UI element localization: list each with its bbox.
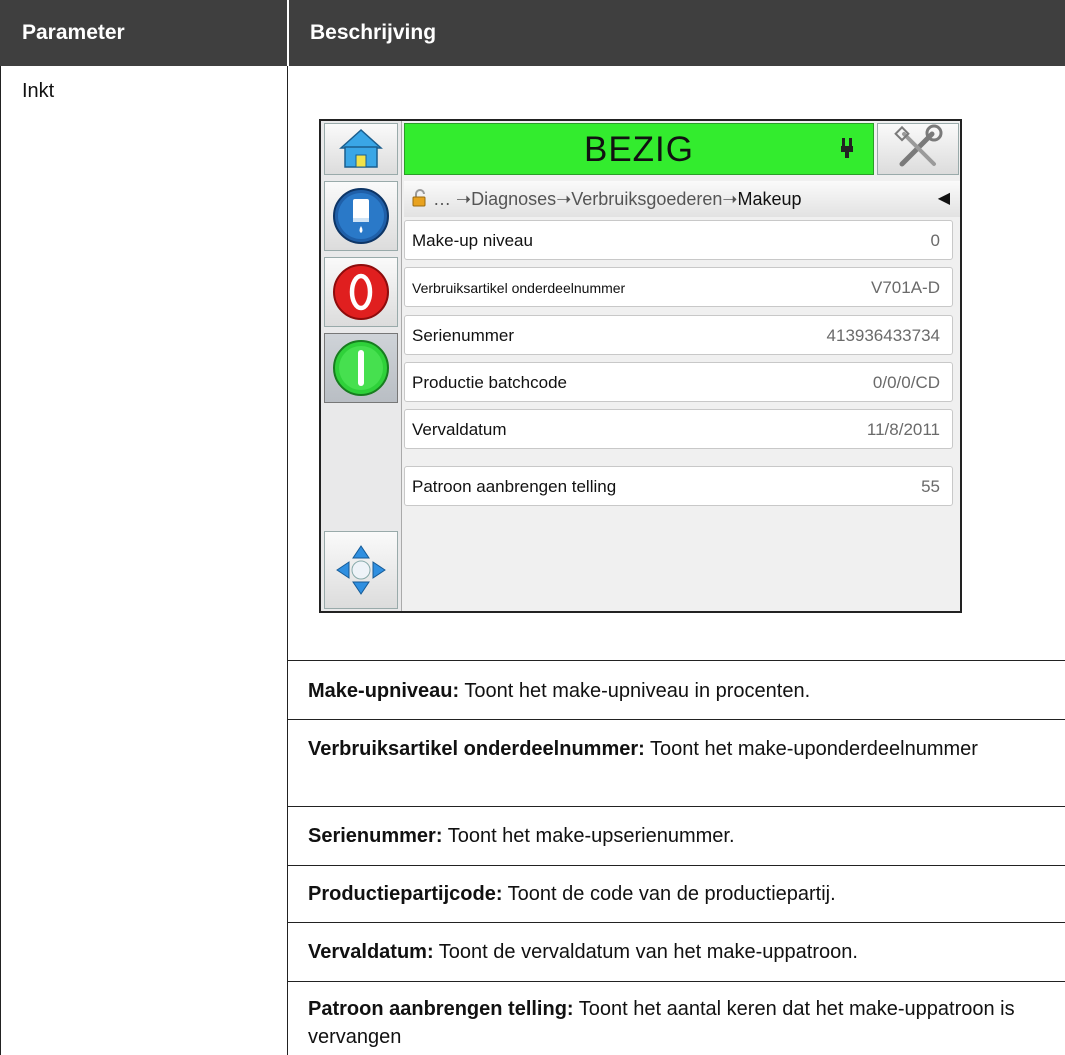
breadcrumb-item-diagnoses[interactable]: Diagnoses [471, 189, 556, 209]
description-text: Toont het make-upserienummer. [442, 825, 735, 847]
description-term: Productiepartijcode: [308, 883, 503, 905]
description-part-number: Verbruiksartikel onderdeelnummer: Toont … [308, 735, 1048, 763]
row-divider [288, 660, 1065, 661]
description-text: Toont de vervaldatum van het make-uppatr… [433, 941, 858, 963]
description-text: Toont het make-uponderdeelnummer [644, 738, 978, 760]
printer-screen: BEZIG … ➝Diagnoses➝Verbruiksgoederen➝Mak… [319, 119, 962, 613]
description-serial-number: Serienummer: Toont het make-upserienumme… [308, 822, 1048, 850]
row-value: 0/0/0/CD [872, 373, 940, 392]
description-cartridge-count: Patroon aanbrengen telling: Toont het aa… [308, 995, 1048, 1051]
tools-icon [894, 124, 943, 167]
breadcrumb-separator: ➝ [456, 189, 472, 209]
row-divider [288, 806, 1065, 807]
breadcrumb-path: … ➝Diagnoses➝Verbruiksgoederen➝Makeup [412, 181, 802, 217]
row-label: Vervaldatum [412, 420, 507, 439]
row-batch-code[interactable]: Productie batchcode 0/0/0/CD [404, 362, 953, 402]
row-value: V701A-D [871, 278, 940, 297]
navigation-button[interactable] [324, 531, 398, 609]
row-divider [288, 981, 1065, 982]
description-term: Make-upniveau: [308, 680, 460, 702]
row-value: 11/8/2011 [866, 420, 940, 439]
row-label: Make-up niveau [412, 231, 533, 250]
row-value: 55 [921, 477, 940, 496]
breadcrumb-ellipsis[interactable]: … [433, 189, 451, 209]
stop-button[interactable] [324, 257, 398, 327]
column-header-parameter: Parameter [0, 0, 287, 66]
row-part-number[interactable]: Verbruiksartikel onderdeelnummer V701A-D [404, 267, 953, 307]
description-term: Vervaldatum: [308, 941, 434, 963]
description-text: Toont de code van de productiepartij. [502, 883, 836, 905]
row-cartridge-count[interactable]: Patroon aanbrengen telling 55 [404, 466, 953, 506]
breadcrumb-separator: ➝ [722, 189, 738, 209]
row-expiry-date[interactable]: Vervaldatum 11/8/2011 [404, 409, 953, 449]
table-border-left [0, 66, 1, 1055]
description-make-up-level: Make-upniveau: Toont het make-upniveau i… [308, 677, 1048, 705]
parameter-name: Inkt [22, 80, 55, 102]
row-serial-number[interactable]: Serienummer 413936433734 [404, 315, 953, 355]
row-label: Serienummer [412, 326, 515, 345]
description-batch-code: Productiepartijcode: Toont de code van d… [308, 880, 1048, 908]
row-divider [288, 922, 1065, 923]
breadcrumb-current: Makeup [737, 189, 802, 209]
row-value: 413936433734 [826, 326, 940, 345]
breadcrumb-item-verbruiksgoederen[interactable]: Verbruiksgoederen [571, 189, 722, 209]
breadcrumb: … ➝Diagnoses➝Verbruiksgoederen➝Makeup ◀ [404, 181, 960, 217]
breadcrumb-separator: ➝ [556, 189, 572, 209]
ink-bottle-icon [333, 188, 389, 244]
start-button[interactable] [324, 333, 398, 403]
home-button[interactable] [324, 123, 398, 175]
table-column-divider [287, 66, 288, 1055]
column-header-description: Beschrijving [289, 0, 1065, 66]
stop-icon [333, 264, 389, 320]
description-expiry-date: Vervaldatum: Toont de vervaldatum van he… [308, 938, 1048, 966]
row-label: Verbruiksartikel onderdeelnummer [412, 280, 626, 296]
status-text: BEZIG [583, 130, 695, 169]
status-bar[interactable]: BEZIG [404, 123, 874, 175]
lock-icon [412, 189, 426, 207]
back-arrow-icon[interactable]: ◀ [938, 181, 950, 217]
row-label: Productie batchcode [412, 373, 567, 392]
home-icon [339, 128, 383, 168]
row-make-up-level[interactable]: Make-up niveau 0 [404, 220, 953, 260]
start-icon [333, 340, 389, 396]
description-term: Patroon aanbrengen telling: [308, 998, 574, 1020]
ink-button[interactable] [324, 181, 398, 251]
row-value: 0 [930, 231, 940, 250]
description-term: Verbruiksartikel onderdeelnummer: [308, 738, 645, 760]
tools-button[interactable] [877, 123, 959, 175]
row-label: Patroon aanbrengen telling [412, 477, 617, 496]
navigation-arrows-icon [336, 545, 386, 595]
document-page: Parameter Beschrijving Inkt Make-upnivea… [0, 0, 1065, 1055]
printhead-icon [841, 138, 853, 158]
description-text: Toont het make-upniveau in procenten. [459, 680, 811, 702]
row-divider [288, 719, 1065, 720]
row-divider [288, 865, 1065, 866]
description-term: Serienummer: [308, 825, 443, 847]
